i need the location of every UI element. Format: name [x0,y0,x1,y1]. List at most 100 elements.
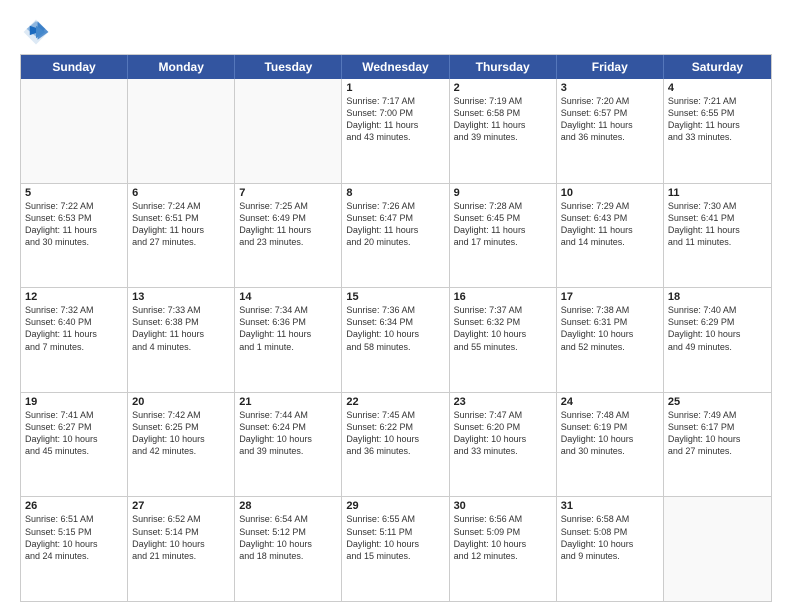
cal-row-1: 5Sunrise: 7:22 AM Sunset: 6:53 PM Daylig… [21,183,771,288]
day-cell-5: 5Sunrise: 7:22 AM Sunset: 6:53 PM Daylig… [21,184,128,288]
day-number: 13 [132,291,230,303]
day-cell-31: 31Sunrise: 6:58 AM Sunset: 5:08 PM Dayli… [557,497,664,601]
day-number: 16 [454,291,552,303]
calendar: SundayMondayTuesdayWednesdayThursdayFrid… [20,54,772,602]
day-number: 2 [454,82,552,94]
day-info: Sunrise: 7:25 AM Sunset: 6:49 PM Dayligh… [239,200,337,249]
day-number: 4 [668,82,767,94]
day-cell-4: 4Sunrise: 7:21 AM Sunset: 6:55 PM Daylig… [664,79,771,183]
day-cell-17: 17Sunrise: 7:38 AM Sunset: 6:31 PM Dayli… [557,288,664,392]
day-info: Sunrise: 6:54 AM Sunset: 5:12 PM Dayligh… [239,513,337,562]
weekday-header-tuesday: Tuesday [235,55,342,79]
day-info: Sunrise: 7:22 AM Sunset: 6:53 PM Dayligh… [25,200,123,249]
day-cell-10: 10Sunrise: 7:29 AM Sunset: 6:43 PM Dayli… [557,184,664,288]
weekday-header-sunday: Sunday [21,55,128,79]
day-info: Sunrise: 6:56 AM Sunset: 5:09 PM Dayligh… [454,513,552,562]
day-info: Sunrise: 7:29 AM Sunset: 6:43 PM Dayligh… [561,200,659,249]
day-number: 22 [346,396,444,408]
day-cell-11: 11Sunrise: 7:30 AM Sunset: 6:41 PM Dayli… [664,184,771,288]
day-cell-20: 20Sunrise: 7:42 AM Sunset: 6:25 PM Dayli… [128,393,235,497]
day-number: 21 [239,396,337,408]
day-info: Sunrise: 7:33 AM Sunset: 6:38 PM Dayligh… [132,304,230,353]
weekday-header-monday: Monday [128,55,235,79]
day-number: 3 [561,82,659,94]
day-info: Sunrise: 7:37 AM Sunset: 6:32 PM Dayligh… [454,304,552,353]
day-info: Sunrise: 7:48 AM Sunset: 6:19 PM Dayligh… [561,409,659,458]
day-number: 29 [346,500,444,512]
day-cell-29: 29Sunrise: 6:55 AM Sunset: 5:11 PM Dayli… [342,497,449,601]
day-info: Sunrise: 7:40 AM Sunset: 6:29 PM Dayligh… [668,304,767,353]
day-info: Sunrise: 7:21 AM Sunset: 6:55 PM Dayligh… [668,95,767,144]
day-number: 10 [561,187,659,199]
day-number: 8 [346,187,444,199]
day-number: 27 [132,500,230,512]
weekday-header-saturday: Saturday [664,55,771,79]
day-number: 23 [454,396,552,408]
cal-row-2: 12Sunrise: 7:32 AM Sunset: 6:40 PM Dayli… [21,287,771,392]
day-cell-13: 13Sunrise: 7:33 AM Sunset: 6:38 PM Dayli… [128,288,235,392]
logo-icon [22,18,50,46]
day-number: 1 [346,82,444,94]
day-number: 26 [25,500,123,512]
day-number: 7 [239,187,337,199]
day-info: Sunrise: 7:49 AM Sunset: 6:17 PM Dayligh… [668,409,767,458]
day-cell-30: 30Sunrise: 6:56 AM Sunset: 5:09 PM Dayli… [450,497,557,601]
day-cell-7: 7Sunrise: 7:25 AM Sunset: 6:49 PM Daylig… [235,184,342,288]
day-number: 11 [668,187,767,199]
logo [20,18,50,46]
day-cell-6: 6Sunrise: 7:24 AM Sunset: 6:51 PM Daylig… [128,184,235,288]
day-info: Sunrise: 7:26 AM Sunset: 6:47 PM Dayligh… [346,200,444,249]
day-number: 12 [25,291,123,303]
day-number: 15 [346,291,444,303]
weekday-header-friday: Friday [557,55,664,79]
day-info: Sunrise: 7:24 AM Sunset: 6:51 PM Dayligh… [132,200,230,249]
day-info: Sunrise: 7:34 AM Sunset: 6:36 PM Dayligh… [239,304,337,353]
day-info: Sunrise: 6:55 AM Sunset: 5:11 PM Dayligh… [346,513,444,562]
day-cell-21: 21Sunrise: 7:44 AM Sunset: 6:24 PM Dayli… [235,393,342,497]
cal-row-0: 1Sunrise: 7:17 AM Sunset: 7:00 PM Daylig… [21,79,771,183]
day-number: 28 [239,500,337,512]
empty-cell [128,79,235,183]
cal-row-4: 26Sunrise: 6:51 AM Sunset: 5:15 PM Dayli… [21,496,771,601]
empty-cell [664,497,771,601]
day-cell-15: 15Sunrise: 7:36 AM Sunset: 6:34 PM Dayli… [342,288,449,392]
day-number: 5 [25,187,123,199]
day-info: Sunrise: 7:36 AM Sunset: 6:34 PM Dayligh… [346,304,444,353]
page: SundayMondayTuesdayWednesdayThursdayFrid… [0,0,792,612]
day-cell-3: 3Sunrise: 7:20 AM Sunset: 6:57 PM Daylig… [557,79,664,183]
day-info: Sunrise: 6:51 AM Sunset: 5:15 PM Dayligh… [25,513,123,562]
day-info: Sunrise: 7:45 AM Sunset: 6:22 PM Dayligh… [346,409,444,458]
day-cell-25: 25Sunrise: 7:49 AM Sunset: 6:17 PM Dayli… [664,393,771,497]
calendar-body: 1Sunrise: 7:17 AM Sunset: 7:00 PM Daylig… [21,79,771,601]
cal-row-3: 19Sunrise: 7:41 AM Sunset: 6:27 PM Dayli… [21,392,771,497]
day-cell-18: 18Sunrise: 7:40 AM Sunset: 6:29 PM Dayli… [664,288,771,392]
day-number: 31 [561,500,659,512]
day-number: 20 [132,396,230,408]
day-number: 25 [668,396,767,408]
weekday-header-wednesday: Wednesday [342,55,449,79]
day-cell-16: 16Sunrise: 7:37 AM Sunset: 6:32 PM Dayli… [450,288,557,392]
day-cell-1: 1Sunrise: 7:17 AM Sunset: 7:00 PM Daylig… [342,79,449,183]
day-cell-14: 14Sunrise: 7:34 AM Sunset: 6:36 PM Dayli… [235,288,342,392]
day-number: 18 [668,291,767,303]
day-info: Sunrise: 7:20 AM Sunset: 6:57 PM Dayligh… [561,95,659,144]
day-info: Sunrise: 7:38 AM Sunset: 6:31 PM Dayligh… [561,304,659,353]
day-number: 19 [25,396,123,408]
day-cell-9: 9Sunrise: 7:28 AM Sunset: 6:45 PM Daylig… [450,184,557,288]
day-info: Sunrise: 7:28 AM Sunset: 6:45 PM Dayligh… [454,200,552,249]
day-cell-22: 22Sunrise: 7:45 AM Sunset: 6:22 PM Dayli… [342,393,449,497]
day-cell-8: 8Sunrise: 7:26 AM Sunset: 6:47 PM Daylig… [342,184,449,288]
day-number: 30 [454,500,552,512]
weekday-header-thursday: Thursday [450,55,557,79]
day-info: Sunrise: 7:47 AM Sunset: 6:20 PM Dayligh… [454,409,552,458]
empty-cell [235,79,342,183]
day-info: Sunrise: 6:58 AM Sunset: 5:08 PM Dayligh… [561,513,659,562]
day-number: 24 [561,396,659,408]
day-info: Sunrise: 7:30 AM Sunset: 6:41 PM Dayligh… [668,200,767,249]
day-info: Sunrise: 7:44 AM Sunset: 6:24 PM Dayligh… [239,409,337,458]
day-cell-27: 27Sunrise: 6:52 AM Sunset: 5:14 PM Dayli… [128,497,235,601]
day-number: 9 [454,187,552,199]
day-info: Sunrise: 7:19 AM Sunset: 6:58 PM Dayligh… [454,95,552,144]
calendar-header: SundayMondayTuesdayWednesdayThursdayFrid… [21,55,771,79]
day-cell-23: 23Sunrise: 7:47 AM Sunset: 6:20 PM Dayli… [450,393,557,497]
